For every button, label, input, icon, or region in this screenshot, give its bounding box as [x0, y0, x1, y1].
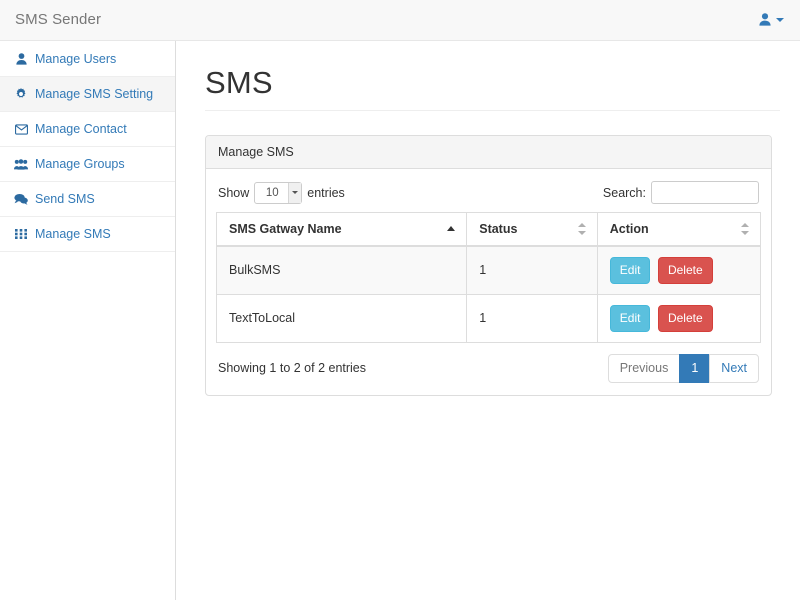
- sort-ascending-icon: [447, 223, 456, 235]
- datatable-footer: Showing 1 to 2 of 2 entries Previous 1 N…: [216, 343, 761, 386]
- table-body: BulkSMS 1 Edit Delete TextToLocal 1 Edit…: [216, 245, 761, 343]
- delete-button[interactable]: Delete: [657, 304, 713, 332]
- edit-button[interactable]: Edit: [609, 257, 651, 284]
- sidebar-item-label: Manage Users: [35, 52, 117, 66]
- sidebar-item-label: Manage SMS: [35, 227, 111, 241]
- sidebar-item-label: Manage Contact: [35, 122, 127, 136]
- column-label: Status: [479, 222, 518, 236]
- pagination-page-1[interactable]: 1: [679, 353, 711, 384]
- datatable-info: Showing 1 to 2 of 2 entries: [218, 361, 367, 376]
- cell-action: Edit Delete: [597, 245, 761, 295]
- panel-body: Show 10 entries Search: SMS Gatway Name …: [206, 169, 771, 395]
- user-icon: [14, 53, 28, 65]
- entries-per-page-value: 10: [265, 186, 279, 199]
- sidebar-item-manage-groups[interactable]: Manage Groups: [0, 147, 175, 182]
- sidebar-item-manage-users[interactable]: Manage Users: [0, 42, 175, 77]
- table-row: TextToLocal 1 Edit Delete: [216, 293, 761, 343]
- cell-gateway-name: TextToLocal: [216, 293, 468, 343]
- panel-heading: Manage SMS: [206, 136, 771, 169]
- pagination: Previous 1 Next: [607, 353, 759, 384]
- gear-icon: [14, 88, 28, 100]
- pagination-next[interactable]: Next: [709, 353, 759, 384]
- cell-status: 1: [466, 245, 598, 295]
- column-label: SMS Gatway Name: [229, 222, 342, 236]
- sidebar-item-send-sms[interactable]: Send SMS: [0, 182, 175, 217]
- cell-action: Edit Delete: [597, 293, 761, 343]
- sidebar-item-label: Send SMS: [35, 192, 95, 206]
- delete-button[interactable]: Delete: [657, 257, 713, 284]
- column-header-gateway-name[interactable]: SMS Gatway Name: [216, 212, 468, 247]
- pagination-previous[interactable]: Previous: [607, 353, 681, 384]
- search-input[interactable]: [651, 181, 759, 204]
- sidebar: Manage Users Manage SMS Setting Manage C…: [0, 41, 176, 600]
- search-label: Search:: [602, 185, 646, 200]
- main-content: SMS Manage SMS Show 10 entries Search: S…: [177, 41, 800, 600]
- grid-icon: [14, 229, 28, 239]
- sidebar-item-manage-sms[interactable]: Manage SMS: [0, 217, 175, 252]
- column-label: Action: [609, 222, 649, 236]
- user-icon: [759, 12, 771, 28]
- chevron-down-icon: [288, 182, 302, 203]
- top-navbar: SMS Sender: [0, 0, 800, 41]
- column-header-action[interactable]: Action: [597, 212, 761, 247]
- sidebar-item-label: Manage Groups: [35, 157, 125, 171]
- show-label: Show: [218, 185, 250, 200]
- user-menu-dropdown[interactable]: [759, 12, 800, 28]
- chevron-down-icon: [776, 18, 784, 22]
- column-header-status[interactable]: Status: [466, 212, 598, 247]
- datatable-length-control: Show 10 entries: [218, 181, 345, 204]
- datatable-controls: Show 10 entries Search:: [216, 181, 761, 212]
- page-title: SMS: [205, 65, 780, 111]
- sms-gateway-table: SMS Gatway Name Status Action BulkSMS 1 …: [216, 212, 761, 343]
- cell-gateway-name: BulkSMS: [216, 245, 468, 295]
- edit-button[interactable]: Edit: [609, 304, 651, 332]
- users-icon: [14, 158, 28, 170]
- entries-per-page-select[interactable]: 10: [254, 181, 303, 204]
- sort-both-icon: [577, 223, 587, 235]
- entries-label: entries: [307, 185, 345, 200]
- envelope-icon: [14, 123, 28, 135]
- sidebar-item-manage-sms-setting[interactable]: Manage SMS Setting: [0, 77, 175, 112]
- sidebar-item-manage-contact[interactable]: Manage Contact: [0, 112, 175, 147]
- sort-both-icon: [741, 223, 750, 235]
- datatable-search-control: Search:: [603, 181, 759, 204]
- sidebar-item-label: Manage SMS Setting: [35, 87, 154, 101]
- comments-icon: [14, 193, 28, 205]
- manage-sms-panel: Manage SMS Show 10 entries Search: SMS G…: [205, 135, 772, 397]
- table-header: SMS Gatway Name Status Action: [216, 212, 761, 247]
- cell-status: 1: [466, 293, 598, 343]
- table-row: BulkSMS 1 Edit Delete: [216, 245, 761, 295]
- app-brand[interactable]: SMS Sender: [0, 10, 101, 30]
- table-header-row: SMS Gatway Name Status Action: [216, 212, 761, 247]
